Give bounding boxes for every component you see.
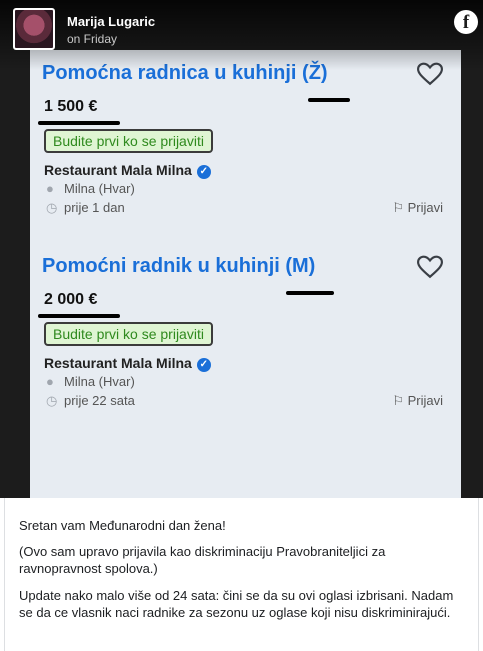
job-salary: 2 000 € — [44, 291, 98, 308]
company-label: Restaurant Mala Milna — [44, 355, 192, 371]
flag-icon: ⚐ — [392, 393, 404, 408]
location-label: Milna (Hvar) — [64, 374, 135, 389]
job-location: ● Milna (Hvar) — [46, 374, 135, 389]
facebook-post: Marija Lugaric on Friday f Pomoćna radni… — [0, 0, 483, 651]
caption-paragraph: Update nako malo više od 24 sata: čini s… — [19, 588, 454, 620]
apply-first-badge: Budite prvi ko se prijaviti — [44, 322, 213, 346]
heart-icon — [417, 62, 443, 86]
location-pin-icon: ● — [46, 181, 54, 196]
company-label: Restaurant Mala Milna — [44, 162, 192, 178]
job-title: Pomoćni radnik u kuhinji (M) — [42, 255, 316, 277]
post-timestamp[interactable]: on Friday — [67, 32, 117, 46]
author-name[interactable]: Marija Lugaric — [67, 14, 155, 29]
report-label: Prijavi — [407, 200, 443, 215]
report-label: Prijavi — [407, 393, 443, 408]
verified-badge-icon: ✓ — [196, 165, 211, 179]
post-photo[interactable]: Marija Lugaric on Friday f Pomoćna radni… — [0, 0, 483, 498]
job-location: ● Milna (Hvar) — [46, 181, 135, 196]
underline-mark — [308, 98, 350, 102]
heart-icon — [417, 255, 443, 279]
caption-paragraph: Sretan vam Međunarodni dan žena! — [19, 518, 226, 533]
job-title: Pomoćna radnica u kuhinji (Ž) — [42, 62, 328, 84]
underline-mark — [38, 314, 120, 318]
location-label: Milna (Hvar) — [64, 181, 135, 196]
underline-mark — [286, 291, 334, 295]
job-card: Pomoćni radnik u kuhinji (M) 2 000 € Bud… — [38, 253, 447, 433]
job-card: Pomoćna radnica u kuhinji (Ž) 1 500 € Bu… — [38, 60, 447, 240]
posted-label: prije 1 dan — [64, 200, 125, 215]
facebook-logo-icon[interactable]: f — [454, 10, 478, 34]
report-link[interactable]: ⚐ Prijavi — [392, 200, 443, 216]
location-pin-icon: ● — [46, 374, 54, 389]
report-link[interactable]: ⚐ Prijavi — [392, 393, 443, 409]
job-salary: 1 500 € — [44, 98, 98, 115]
clock-icon: ◷ — [46, 200, 58, 215]
company-name: Restaurant Mala Milna ✓ — [44, 355, 211, 372]
company-name: Restaurant Mala Milna ✓ — [44, 162, 211, 179]
posted-label: prije 22 sata — [64, 393, 135, 408]
underline-mark — [38, 121, 120, 125]
apply-first-badge: Budite prvi ko se prijaviti — [44, 129, 213, 153]
flag-icon: ⚐ — [392, 200, 404, 215]
clock-icon: ◷ — [46, 393, 58, 408]
job-posted-time: ◷ prije 1 dan — [46, 200, 125, 216]
post-caption: Sretan vam Međunarodni dan žena! (Ovo sa… — [4, 498, 479, 651]
job-posted-time: ◷ prije 22 sata — [46, 393, 135, 409]
caption-paragraph: (Ovo sam upravo prijavila kao diskrimina… — [19, 544, 386, 576]
verified-badge-icon: ✓ — [196, 358, 211, 372]
author-avatar[interactable] — [13, 8, 55, 50]
